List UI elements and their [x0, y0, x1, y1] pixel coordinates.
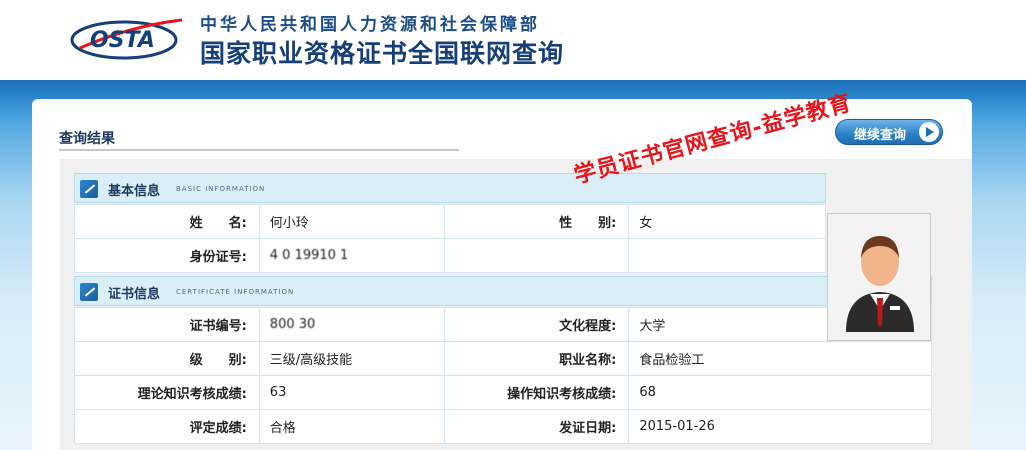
assessment-label: 评定成绩: [74, 409, 260, 444]
logo-text: OSTA [90, 28, 155, 53]
basic-info-header: 基本信息 BASIC INFORMATION [74, 173, 826, 203]
basic-info-title: 基本信息 [108, 184, 161, 199]
certificate-number-value: 800 30 [258, 307, 445, 342]
table-row: 身份证号: 4 0 19910 1 [74, 238, 826, 273]
site-header: OSTA 中华人民共和国人力资源和社会保障部 国家职业资格证书全国联网查询 [0, 0, 1026, 80]
table-row: 证书编号: 800 30 文化程度: 大学 [74, 307, 932, 342]
certificate-info-title: 证书信息 [108, 287, 161, 302]
table-row: 评定成绩: 合格 发证日期: 2015-01-26 [74, 409, 932, 444]
arrow-right-icon [919, 122, 939, 142]
name-label: 姓 名: [74, 204, 260, 239]
empty-cell [443, 238, 630, 273]
person-photo [827, 213, 931, 341]
basic-info-table: 姓 名: 何小玲 性 别: 女 身份证号: 4 0 19910 1 [74, 204, 826, 273]
id-value: 4 0 19910 1 [258, 238, 445, 273]
table-row: 姓 名: 何小玲 性 别: 女 [74, 204, 826, 239]
issue-date-label: 发证日期: [443, 409, 630, 444]
continue-search-button[interactable]: 继续查询 [835, 119, 943, 145]
occupation-label: 职业名称: [443, 341, 630, 376]
empty-cell [628, 238, 826, 273]
practical-score-label: 操作知识考核成绩: [443, 375, 630, 410]
issue-date-value: 2015-01-26 [628, 409, 932, 444]
certificate-info-header: 证书信息 CERTIFICATE INFORMATION [74, 276, 932, 306]
name-value: 何小玲 [258, 204, 445, 239]
occupation-value: 食品检验工 [628, 341, 932, 376]
level-label: 级 别: [74, 341, 260, 376]
site-title: 国家职业资格证书全国联网查询 [200, 39, 565, 68]
level-value: 三级/高级技能 [258, 341, 445, 376]
id-label: 身份证号: [74, 238, 260, 273]
result-title: 查询结果 [59, 131, 115, 147]
gender-label: 性 别: [443, 204, 630, 239]
practical-score-value: 68 [628, 375, 932, 410]
ministry-name: 中华人民共和国人力资源和社会保障部 [200, 15, 540, 35]
osta-logo: OSTA [70, 18, 183, 60]
theory-score-label: 理论知识考核成绩: [74, 375, 260, 410]
education-label: 文化程度: [443, 307, 630, 342]
pen-icon [80, 283, 98, 301]
pen-icon [80, 180, 98, 198]
person-avatar-icon [846, 236, 914, 332]
result-panel: 查询结果 继续查询 基本信息 BASIC INFORMATION 姓 名: 何小… [32, 91, 972, 450]
certificate-info-subtitle: CERTIFICATE INFORMATION [176, 288, 295, 296]
table-row: 级 别: 三级/高级技能 职业名称: 食品检验工 [74, 341, 932, 376]
continue-search-label: 继续查询 [854, 128, 907, 143]
basic-info-subtitle: BASIC INFORMATION [176, 185, 266, 193]
theory-score-value: 63 [258, 375, 445, 410]
divider [59, 149, 459, 151]
assessment-value: 合格 [258, 409, 445, 444]
gender-value: 女 [628, 204, 826, 239]
table-row: 理论知识考核成绩: 63 操作知识考核成绩: 68 [74, 375, 932, 410]
certificate-info-table: 证书编号: 800 30 文化程度: 大学 级 别: 三级/高级技能 职业名称:… [74, 307, 932, 444]
certificate-number-label: 证书编号: [74, 307, 260, 342]
